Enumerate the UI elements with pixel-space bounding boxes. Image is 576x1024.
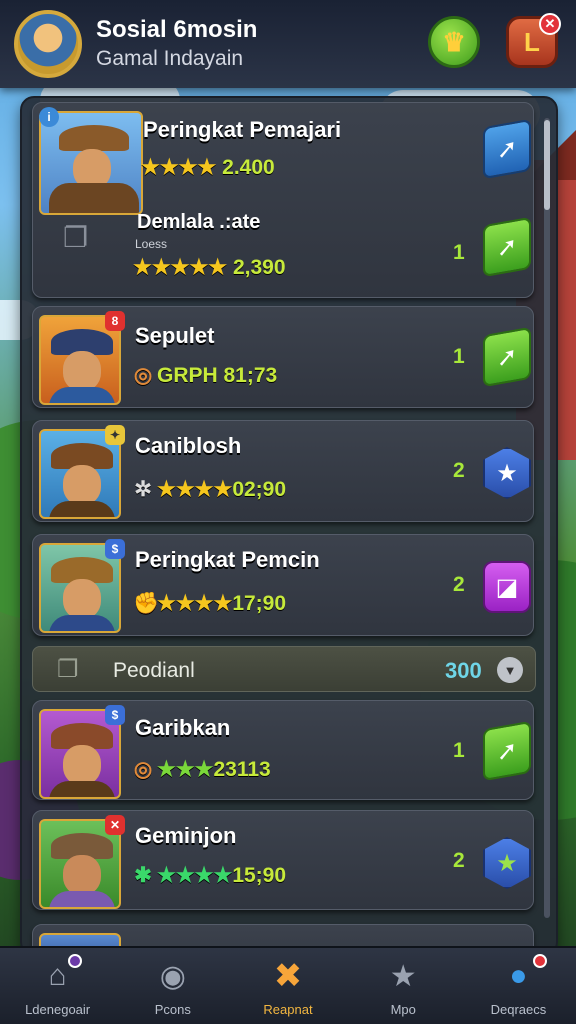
nav-label: Ldenegoair	[25, 1002, 91, 1017]
leaderboard-panel: i Peringkat Pemajari ★★★★ 2.400 ➚ ❐ Deml…	[20, 96, 558, 956]
crown-icon: ♛	[442, 26, 466, 57]
row-name: Garibkan	[135, 715, 231, 740]
notification-dot	[532, 954, 547, 968]
nav-label: Reapnat	[263, 1002, 313, 1017]
row-name: Demlala .:ate	[137, 211, 261, 233]
stars-rating: ★★★★	[157, 864, 233, 887]
nav-label: Pcons	[154, 1002, 191, 1017]
chevron-down-icon[interactable]: ▼	[497, 657, 523, 683]
nav-item-map[interactable]: ★ Mpo	[346, 948, 461, 1024]
rank-number: 2	[453, 573, 465, 596]
pending-bar[interactable]: ❐ Peodianl 300 ▼	[32, 646, 536, 692]
square-icon: ◪	[495, 573, 519, 601]
league-button[interactable]: L ✕	[506, 13, 561, 68]
leaderboard-row[interactable]: i Peringkat Pemajari ★★★★ 2.400 ➚ ❐ Deml…	[32, 102, 534, 298]
arrow-icon: ➚	[496, 231, 518, 263]
blue-badge-icon: $	[105, 539, 125, 559]
rank-number: 1	[453, 241, 465, 264]
arrow-icon: ➚	[496, 735, 518, 767]
row-score: ★★★★ 2.400	[141, 156, 275, 179]
row-name: Caniblosh	[135, 433, 242, 458]
row-name: Geminjon	[135, 823, 237, 848]
leaderboard-row[interactable]: $ Garibkan ◎ ★★★23113 1 ➚	[32, 700, 534, 800]
star-icon: ★	[496, 459, 518, 487]
coin-icon: ◎	[133, 758, 153, 781]
star-action-button[interactable]: ★	[483, 447, 531, 499]
leaderboard-row[interactable]: ✕ Geminjon ✱ ★★★★15;90 2 ★	[32, 810, 534, 910]
camera-icon: ◉	[159, 959, 186, 993]
rank-number: 1	[453, 739, 465, 762]
star-icon: ★	[496, 849, 518, 877]
player-avatar[interactable]	[14, 10, 82, 78]
level-badge: 8	[105, 311, 125, 331]
stars-rating: ★★★★★	[133, 256, 228, 279]
row-name: Peringkat Pemajari	[143, 117, 342, 142]
stars-rating: ★★★★	[157, 592, 233, 615]
row-score: ◎ GRPH 81;73	[133, 364, 278, 387]
row-score: ✊★★★★17;90	[133, 592, 287, 615]
star-action-button[interactable]: ★	[483, 837, 531, 889]
gear-icon: ✲	[134, 478, 152, 501]
row-score: ◎ ★★★23113	[133, 758, 271, 781]
bottom-navigation: ⌂ Ldenegoair ◉ Pcons ✖ Reapnat ★ Mpo ● D…	[0, 946, 576, 1024]
nav-label: Mpo	[390, 1002, 416, 1017]
gold-badge-icon: ✦	[105, 425, 125, 445]
stars-rating: ★★★★	[141, 156, 217, 179]
chat-icon: ❐	[63, 222, 89, 253]
fist-icon: ✊	[133, 592, 160, 615]
stars-rating: ★★★★	[157, 478, 233, 501]
rank-number: 2	[453, 459, 465, 482]
gem-icon: ✱	[134, 864, 152, 887]
nav-label: Deqraecs	[490, 1002, 547, 1017]
arrow-action-button[interactable]: ➚	[483, 216, 531, 278]
row-score: ✱ ★★★★15;90	[134, 864, 287, 887]
blue-badge-icon: $	[105, 705, 125, 725]
scrollbar-thumb[interactable]	[544, 120, 550, 210]
header-title: Sosial 6mosin	[96, 16, 258, 43]
row-name: Peringkat Pemcin	[135, 547, 320, 572]
arrow-action-button[interactable]: ➚	[483, 326, 531, 388]
arrow-icon: ➚	[496, 133, 518, 165]
square-action-button[interactable]: ◪	[483, 561, 531, 613]
player-portrait	[39, 111, 143, 215]
nav-item-battle[interactable]: ✖ Reapnat	[230, 948, 345, 1024]
arrow-action-button[interactable]: ➚	[483, 720, 531, 782]
scrollbar-track[interactable]	[544, 118, 550, 918]
arrow-action-button[interactable]: ➚	[483, 118, 531, 180]
rank-number: 2	[453, 849, 465, 872]
leaderboard-row[interactable]: 8 Sepulet ◎ GRPH 81;73 1 ➚	[32, 306, 534, 408]
arrow-icon: ➚	[496, 341, 518, 373]
pending-label: Peodianl	[113, 659, 195, 682]
close-badge-icon[interactable]: ✕	[539, 13, 561, 35]
crown-button[interactable]: ♛	[428, 16, 480, 68]
chat-icon: ❐	[57, 656, 79, 683]
nav-item-world[interactable]: ● Deqraecs	[461, 948, 576, 1024]
notification-dot	[68, 954, 82, 968]
crossed-swords-icon: ✖	[273, 957, 303, 995]
leaderboard-row[interactable]: $ Peringkat Pemcin ✊★★★★17;90 2 ◪	[32, 534, 534, 636]
info-badge-icon: i	[39, 107, 59, 127]
league-letter: L	[524, 26, 540, 57]
rank-number: 1	[453, 345, 465, 368]
row-score: ★★★★★ 2,390	[133, 256, 286, 279]
header-subtitle: Gamal Indayain	[96, 47, 244, 70]
star-icon: ★	[389, 959, 417, 993]
top-header: Sosial 6mosin Gamal Indayain ♛ L ✕	[0, 0, 576, 88]
row-name: Sepulet	[135, 323, 215, 348]
nav-item-home[interactable]: ⌂ Ldenegoair	[0, 948, 115, 1024]
coin-icon: ◎	[133, 364, 153, 387]
nav-item-camera[interactable]: ◉ Pcons	[115, 948, 230, 1024]
row-subtext: Loess	[135, 237, 168, 251]
row-score: ✲ ★★★★02;90	[134, 478, 287, 501]
leaderboard-row[interactable]: ✦ Caniblosh ✲ ★★★★02;90 2 ★	[32, 420, 534, 522]
close-badge-icon: ✕	[105, 815, 125, 835]
pending-value: 300	[445, 658, 482, 683]
stars-rating: ★★★	[157, 758, 214, 781]
